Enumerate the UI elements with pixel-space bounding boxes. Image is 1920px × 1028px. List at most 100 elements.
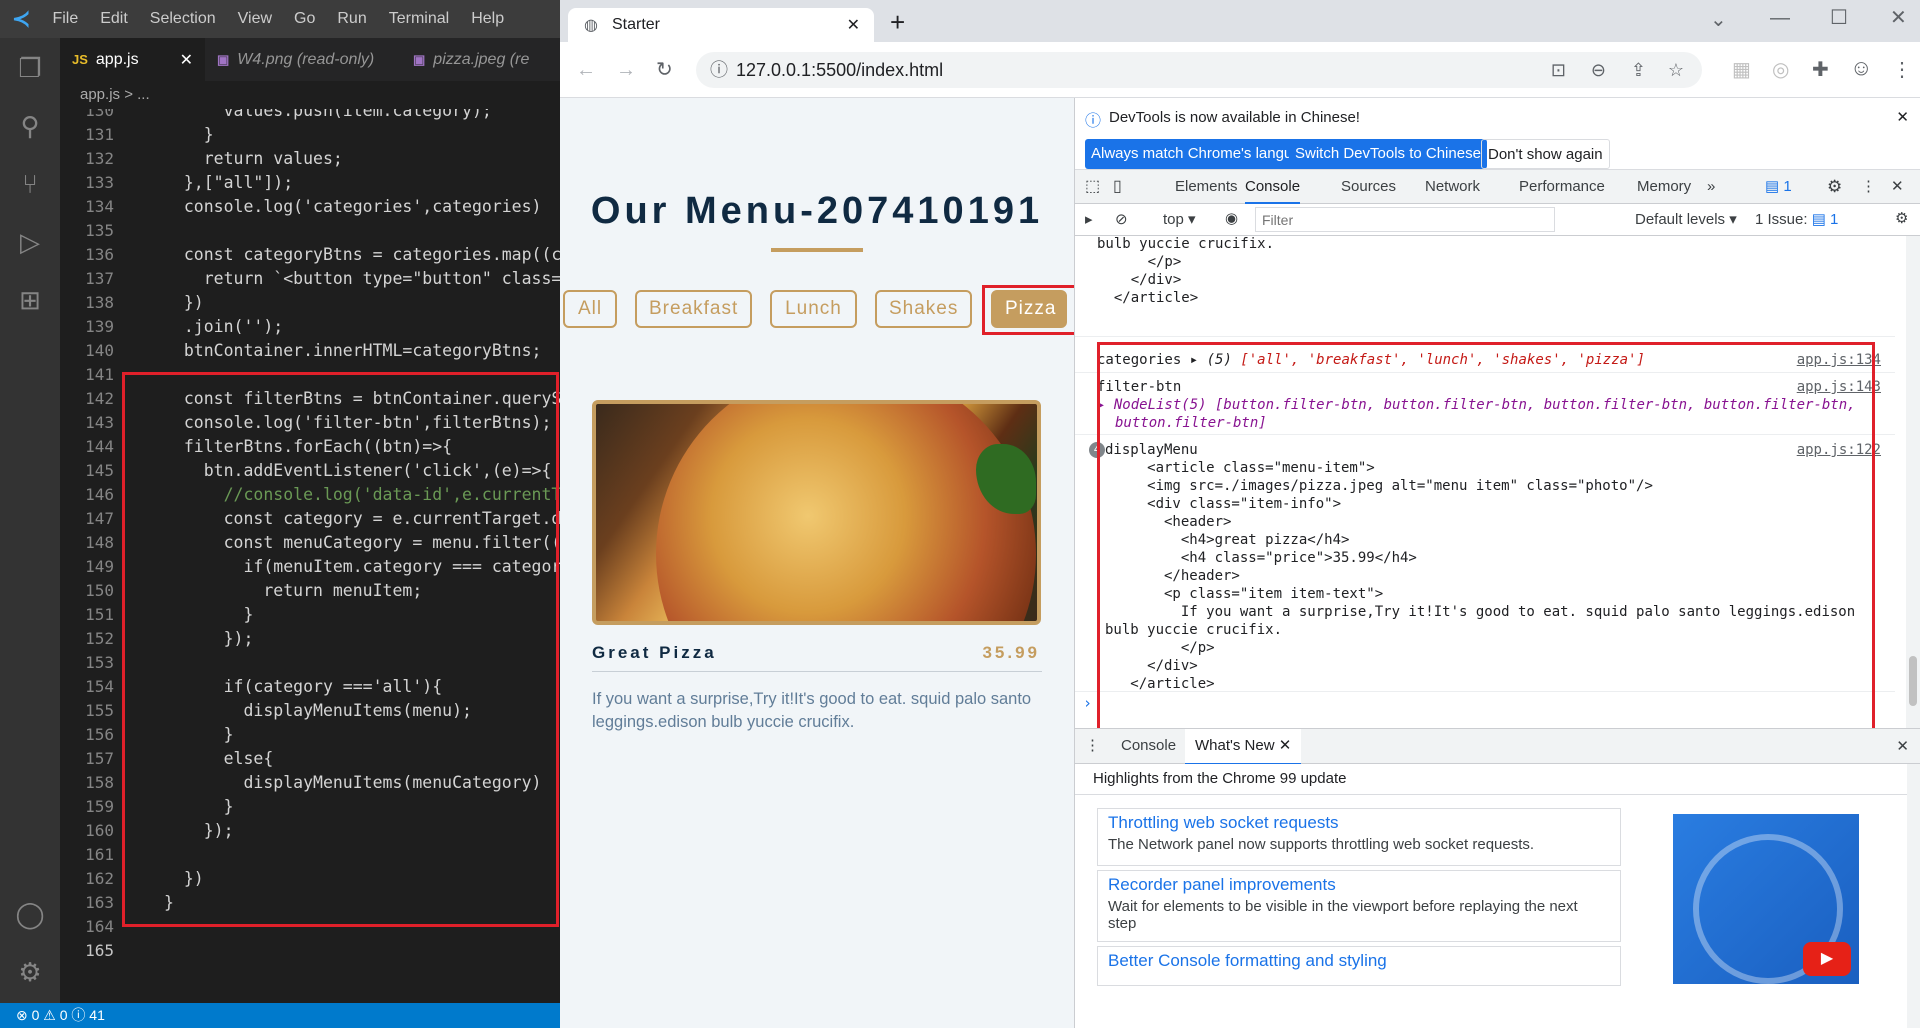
minimize-icon[interactable]: —	[1770, 8, 1790, 28]
levels-select[interactable]: Default levels ▾	[1635, 210, 1737, 228]
chevron-down-icon[interactable]: ⌄	[1710, 10, 1727, 30]
translate-icon[interactable]: ⊡	[1551, 52, 1566, 88]
avatar[interactable]: ☺	[1850, 57, 1872, 79]
code-line[interactable]: },["all"]);	[164, 173, 293, 192]
filter-input[interactable]	[1255, 207, 1555, 232]
eye-icon[interactable]: ◉	[1225, 209, 1238, 227]
whats-new-card[interactable]: Better Console formatting and styling	[1097, 946, 1621, 986]
scrollbar[interactable]	[1907, 764, 1920, 1028]
extension-icon-2[interactable]: ◎	[1772, 60, 1789, 80]
maximize-icon[interactable]: ☐	[1830, 8, 1848, 28]
filter-btn-breakfast[interactable]: Breakfast	[635, 290, 752, 328]
new-tab-icon[interactable]: +	[890, 9, 905, 35]
tab-memory[interactable]: Memory	[1637, 170, 1691, 204]
scrollbar-thumb[interactable]	[1909, 656, 1917, 706]
whats-new-card[interactable]: Throttling web socket requests The Netwo…	[1097, 808, 1621, 866]
switch-chinese-button[interactable]: Switch DevTools to Chinese	[1289, 139, 1487, 169]
issue-counter[interactable]: 1 Issue: ▤ 1	[1755, 210, 1838, 228]
menu-help[interactable]: Help	[471, 10, 504, 28]
line-number: 152	[85, 629, 114, 648]
back-icon[interactable]: ←	[576, 60, 596, 80]
tab-w4-png[interactable]: ▣ W4.png (read-only)	[205, 38, 401, 81]
tab-performance[interactable]: Performance	[1519, 170, 1605, 204]
explorer-icon[interactable]: ❐	[14, 52, 46, 84]
console-settings-icon[interactable]: ⚙	[1895, 209, 1908, 227]
inspect-icon[interactable]: ⬚	[1085, 170, 1100, 204]
menu-file[interactable]: File	[52, 10, 78, 28]
whats-new-card[interactable]: Recorder panel improvements Wait for ele…	[1097, 870, 1621, 942]
extension-icon[interactable]: ▦	[1732, 60, 1751, 80]
filter-btn-shakes[interactable]: Shakes	[875, 290, 972, 328]
bookmark-star-icon[interactable]: ☆	[1668, 52, 1684, 88]
menu-run[interactable]: Run	[337, 10, 366, 28]
menu-view[interactable]: View	[238, 10, 272, 28]
code-line[interactable]: btnContainer.innerHTML=categoryBtns;	[164, 341, 542, 360]
puzzle-icon[interactable]: ✚	[1812, 60, 1829, 80]
account-icon[interactable]: ◯	[14, 898, 46, 930]
extensions-icon[interactable]: ⊞	[14, 284, 46, 316]
tab-pizza-jpeg[interactable]: ▣ pizza.jpeg (re	[401, 38, 560, 81]
code-line[interactable]: return `<button type="button" class="fi	[164, 269, 560, 288]
menu-selection[interactable]: Selection	[150, 10, 216, 28]
drawer-tab-console[interactable]: Console	[1121, 737, 1176, 754]
tab-elements[interactable]: Elements	[1175, 170, 1238, 204]
kebab-menu-icon[interactable]: ⋮	[1892, 60, 1912, 80]
zoom-icon[interactable]: ⊖	[1591, 52, 1606, 88]
close-devtools-icon[interactable]: ✕	[1891, 170, 1904, 204]
drawer-menu-icon[interactable]: ⋮	[1085, 736, 1100, 754]
omnibox[interactable]: ⓘ 127.0.0.1:5500/index.html ⊡ ⊖ ⇪ ☆	[696, 52, 1702, 88]
code-line[interactable]: .join('');	[164, 317, 283, 336]
status-bar[interactable]: ⊗ 0 ⚠ 0 ⓘ 41	[0, 1003, 560, 1028]
device-toolbar-icon[interactable]: ▯	[1113, 170, 1122, 204]
issues-badge[interactable]: ▤ 1	[1765, 170, 1792, 204]
close-window-icon[interactable]: ✕	[1890, 8, 1907, 28]
console-scrollbar[interactable]	[1906, 236, 1920, 728]
drawer-tab-whats-new[interactable]: What's New ✕	[1185, 729, 1302, 765]
forward-icon[interactable]: →	[616, 60, 636, 80]
tab-network[interactable]: Network	[1425, 170, 1480, 204]
code-line[interactable]: values.push(item.category);	[164, 109, 492, 120]
code-line[interactable]: }	[164, 125, 214, 144]
line-number: 137	[85, 269, 114, 288]
globe-icon: ◍	[584, 17, 598, 34]
browser-tab[interactable]: ◍ Starter ✕	[568, 8, 874, 42]
close-drawer-icon[interactable]: ✕	[1896, 737, 1909, 755]
sidebar-toggle-icon[interactable]: ▸	[1085, 210, 1093, 228]
line-number: 151	[85, 605, 114, 624]
gear-icon[interactable]: ⚙	[14, 956, 46, 988]
line-number: 162	[85, 869, 114, 888]
menu-terminal[interactable]: Terminal	[389, 10, 449, 28]
youtube-play-icon[interactable]: ▶	[1803, 942, 1851, 976]
run-debug-icon[interactable]: ▷	[14, 226, 46, 258]
menu-edit[interactable]: Edit	[100, 10, 128, 28]
code-line[interactable]: return values;	[164, 149, 343, 168]
search-icon[interactable]: ⚲	[14, 110, 46, 142]
reload-icon[interactable]: ↻	[656, 60, 673, 80]
more-tabs-icon[interactable]: »	[1707, 170, 1715, 204]
divider	[1075, 336, 1895, 337]
settings-icon[interactable]: ⚙	[1827, 170, 1842, 204]
tab-app-js[interactable]: JS app.js ✕	[60, 38, 205, 81]
close-tab-icon[interactable]: ✕	[847, 15, 860, 35]
close-banner-icon[interactable]: ✕	[1896, 108, 1909, 126]
context-select[interactable]: top ▾	[1163, 210, 1196, 228]
share-icon[interactable]: ⇪	[1631, 52, 1646, 88]
breadcrumb[interactable]: app.js > ...	[60, 81, 560, 109]
source-control-icon[interactable]: ⑂	[14, 168, 46, 200]
dont-show-button[interactable]: Don't show again	[1481, 139, 1610, 169]
code-line[interactable]: })	[164, 293, 204, 312]
console-prompt-icon[interactable]: ›	[1083, 694, 1092, 712]
match-language-button[interactable]: Always match Chrome's language	[1085, 139, 1324, 169]
tab-sources[interactable]: Sources	[1341, 170, 1396, 204]
filter-btn-all[interactable]: All	[563, 290, 617, 328]
kebab-icon[interactable]: ⋮	[1861, 170, 1876, 204]
editor-tabs: JS app.js ✕ ▣ W4.png (read-only) ▣ pizza…	[60, 38, 560, 81]
close-icon[interactable]: ✕	[180, 50, 193, 70]
code-line[interactable]: console.log('categories',categories)	[164, 197, 542, 216]
clear-console-icon[interactable]: ⊘	[1115, 210, 1128, 228]
filter-btn-lunch[interactable]: Lunch	[770, 290, 857, 328]
tab-console[interactable]: Console	[1245, 170, 1301, 204]
menu-go[interactable]: Go	[294, 10, 315, 28]
code-line[interactable]: const categoryBtns = categories.map((cat…	[164, 245, 560, 264]
annotation-box-pizza	[982, 285, 1077, 335]
